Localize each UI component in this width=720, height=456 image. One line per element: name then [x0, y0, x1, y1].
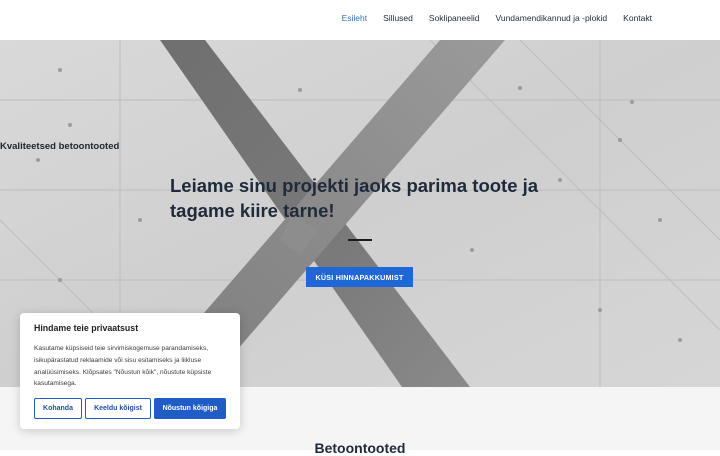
nav-item-kontakt[interactable]: Kontakt	[623, 13, 652, 23]
nav-item-esileht[interactable]: Esileht	[342, 13, 368, 23]
cookie-body: Kasutame küpsiseid teie sirvimiskogemuse…	[34, 345, 212, 388]
cookie-consent-dialog: Hindame teie privaatsust Kasutame küpsis…	[20, 313, 240, 429]
section-title: Betoontooted	[314, 440, 406, 456]
request-quote-button[interactable]: KÜSI HINNAPAKKUMIST	[306, 267, 413, 287]
cookie-accept-all-button[interactable]: Nõustun kõigiga	[154, 398, 226, 419]
cookie-title: Hindame teie privaatsust	[34, 323, 139, 333]
nav-item-vundamendikannud[interactable]: Vundamendikannud ja -plokid	[495, 13, 607, 23]
hero-divider	[348, 239, 372, 241]
site-header: Esileht Sillused Soklipaneelid Vundamend…	[0, 0, 720, 40]
nav-item-soklipaneelid[interactable]: Soklipaneelid	[429, 13, 480, 23]
cookie-reject-all-button[interactable]: Keeldu kõigist	[85, 398, 151, 419]
main-nav: Esileht Sillused Soklipaneelid Vundamend…	[342, 13, 652, 23]
hero-headline: Leiame sinu projekti jaoks parima toote …	[170, 175, 539, 221]
nav-item-sillused[interactable]: Sillused	[383, 13, 413, 23]
cookie-customize-button[interactable]: Kohanda	[34, 398, 82, 419]
hero-eyebrow: Kvaliteetsed betoontooted	[0, 141, 120, 152]
